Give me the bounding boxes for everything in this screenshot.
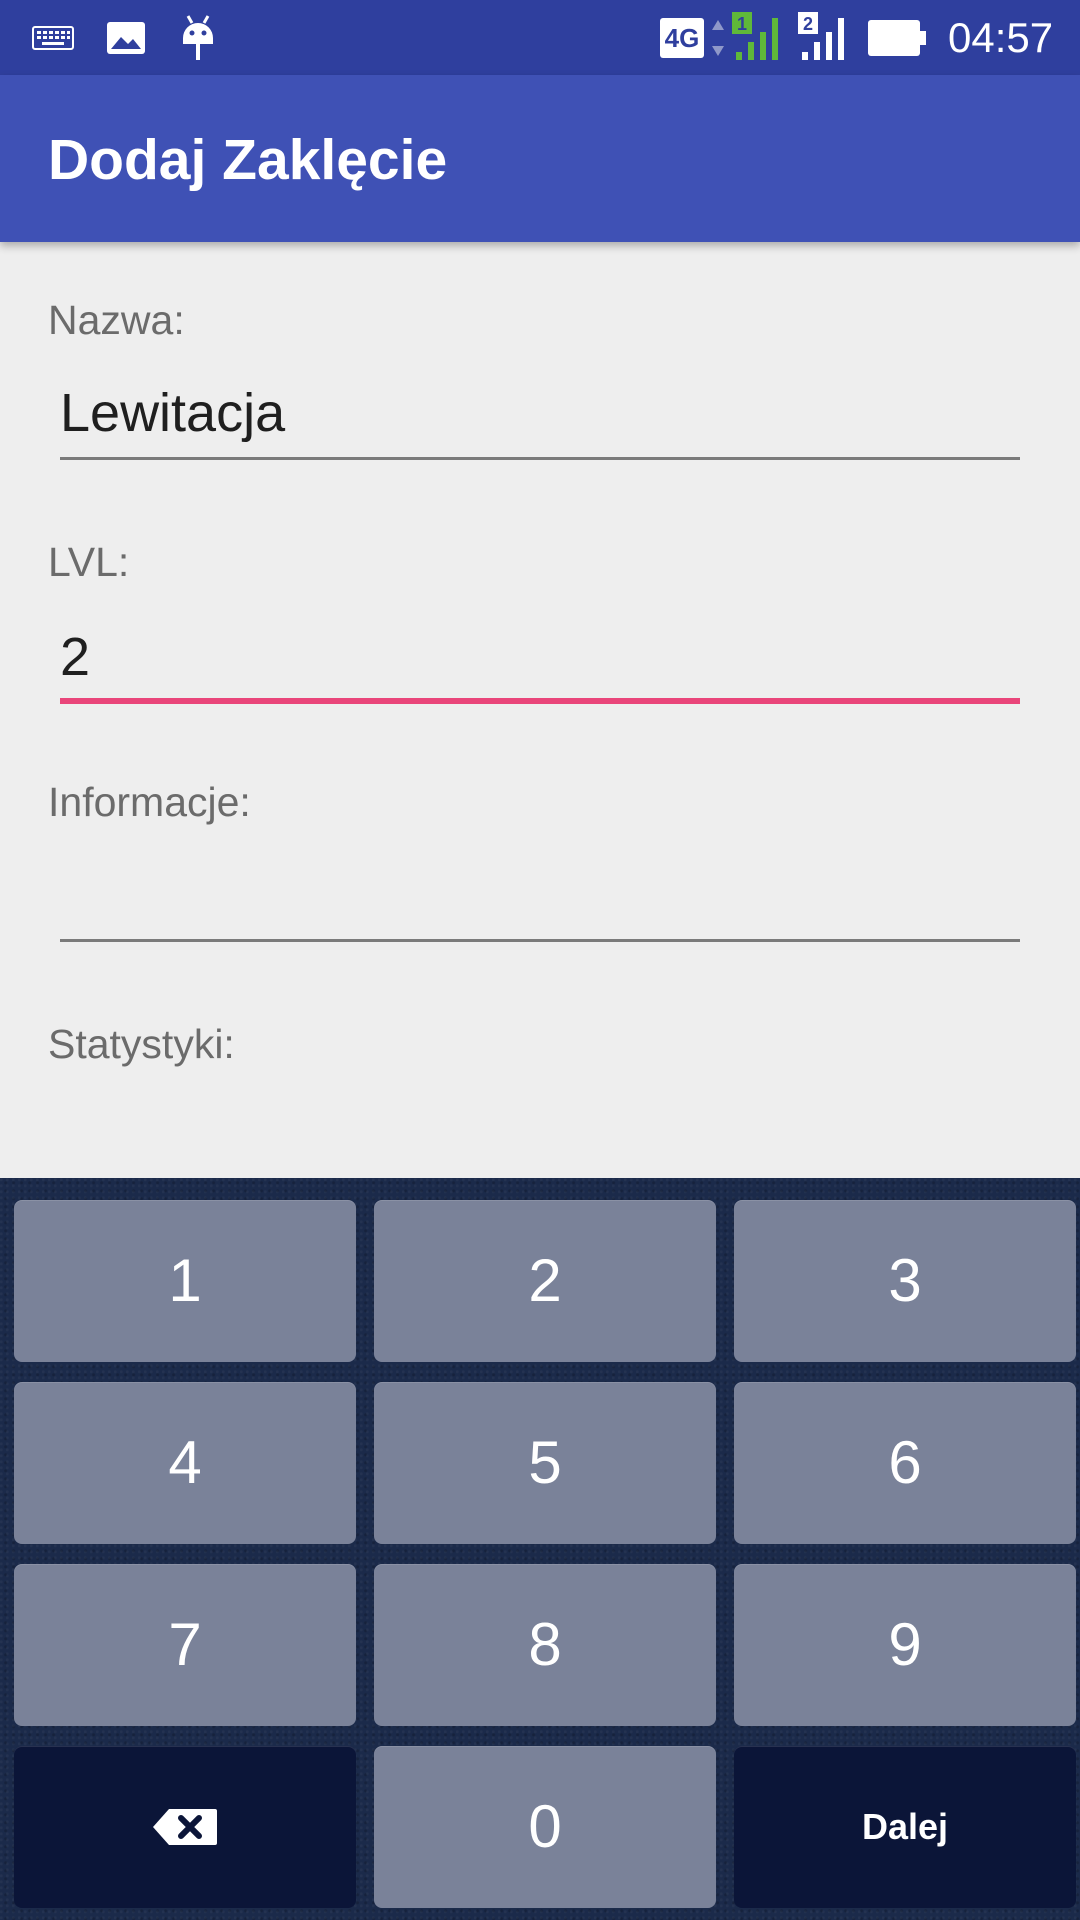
key-8[interactable]: 8 — [374, 1564, 716, 1726]
key-7[interactable]: 7 — [14, 1564, 356, 1726]
network-type-badge: 4G — [660, 18, 704, 58]
name-label: Nazwa: — [48, 297, 185, 343]
status-time: 04:57 — [948, 14, 1054, 61]
keyboard-icon — [32, 26, 74, 50]
data-arrows-icon — [712, 20, 724, 56]
app-bar: Dodaj Zaklęcie — [0, 75, 1080, 242]
key-3[interactable]: 3 — [734, 1200, 1076, 1362]
key-1[interactable]: 1 — [14, 1200, 356, 1362]
status-bar: 4G 1 2 04:57 — [0, 0, 1080, 75]
backspace-key[interactable] — [14, 1746, 356, 1908]
next-key[interactable]: Dalej — [734, 1746, 1076, 1908]
battery-icon — [868, 20, 926, 56]
svg-text:2: 2 — [803, 14, 813, 34]
info-field[interactable] — [60, 860, 1020, 942]
key-9[interactable]: 9 — [734, 1564, 1076, 1726]
gallery-icon — [107, 22, 145, 54]
name-field-underline — [60, 457, 1020, 460]
key-4[interactable]: 4 — [14, 1382, 356, 1544]
key-2[interactable]: 2 — [374, 1200, 716, 1362]
info-label: Informacje: — [48, 779, 251, 825]
name-field[interactable]: Lewitacja — [60, 378, 1020, 460]
signal-sim2-icon: 2 — [798, 12, 844, 60]
stats-label: Statystyki: — [48, 1021, 235, 1067]
lvl-field-underline — [60, 698, 1020, 704]
key-6[interactable]: 6 — [734, 1382, 1076, 1544]
signal-sim1-icon: 1 — [732, 12, 778, 60]
lvl-field[interactable]: 2 — [60, 622, 1020, 704]
name-field-value: Lewitacja — [60, 383, 286, 443]
lvl-label: LVL: — [48, 539, 130, 585]
lvl-field-value: 2 — [60, 627, 91, 687]
info-field-underline — [60, 939, 1020, 942]
key-0[interactable]: 0 — [374, 1746, 716, 1908]
android-debug-icon — [183, 15, 213, 60]
backspace-icon — [153, 1809, 217, 1845]
page-title: Dodaj Zaklęcie — [48, 128, 448, 192]
key-5[interactable]: 5 — [374, 1382, 716, 1544]
svg-text:1: 1 — [737, 14, 747, 34]
numeric-keyboard: 1 2 3 4 5 6 7 8 9 0 Dalej — [0, 1178, 1080, 1920]
